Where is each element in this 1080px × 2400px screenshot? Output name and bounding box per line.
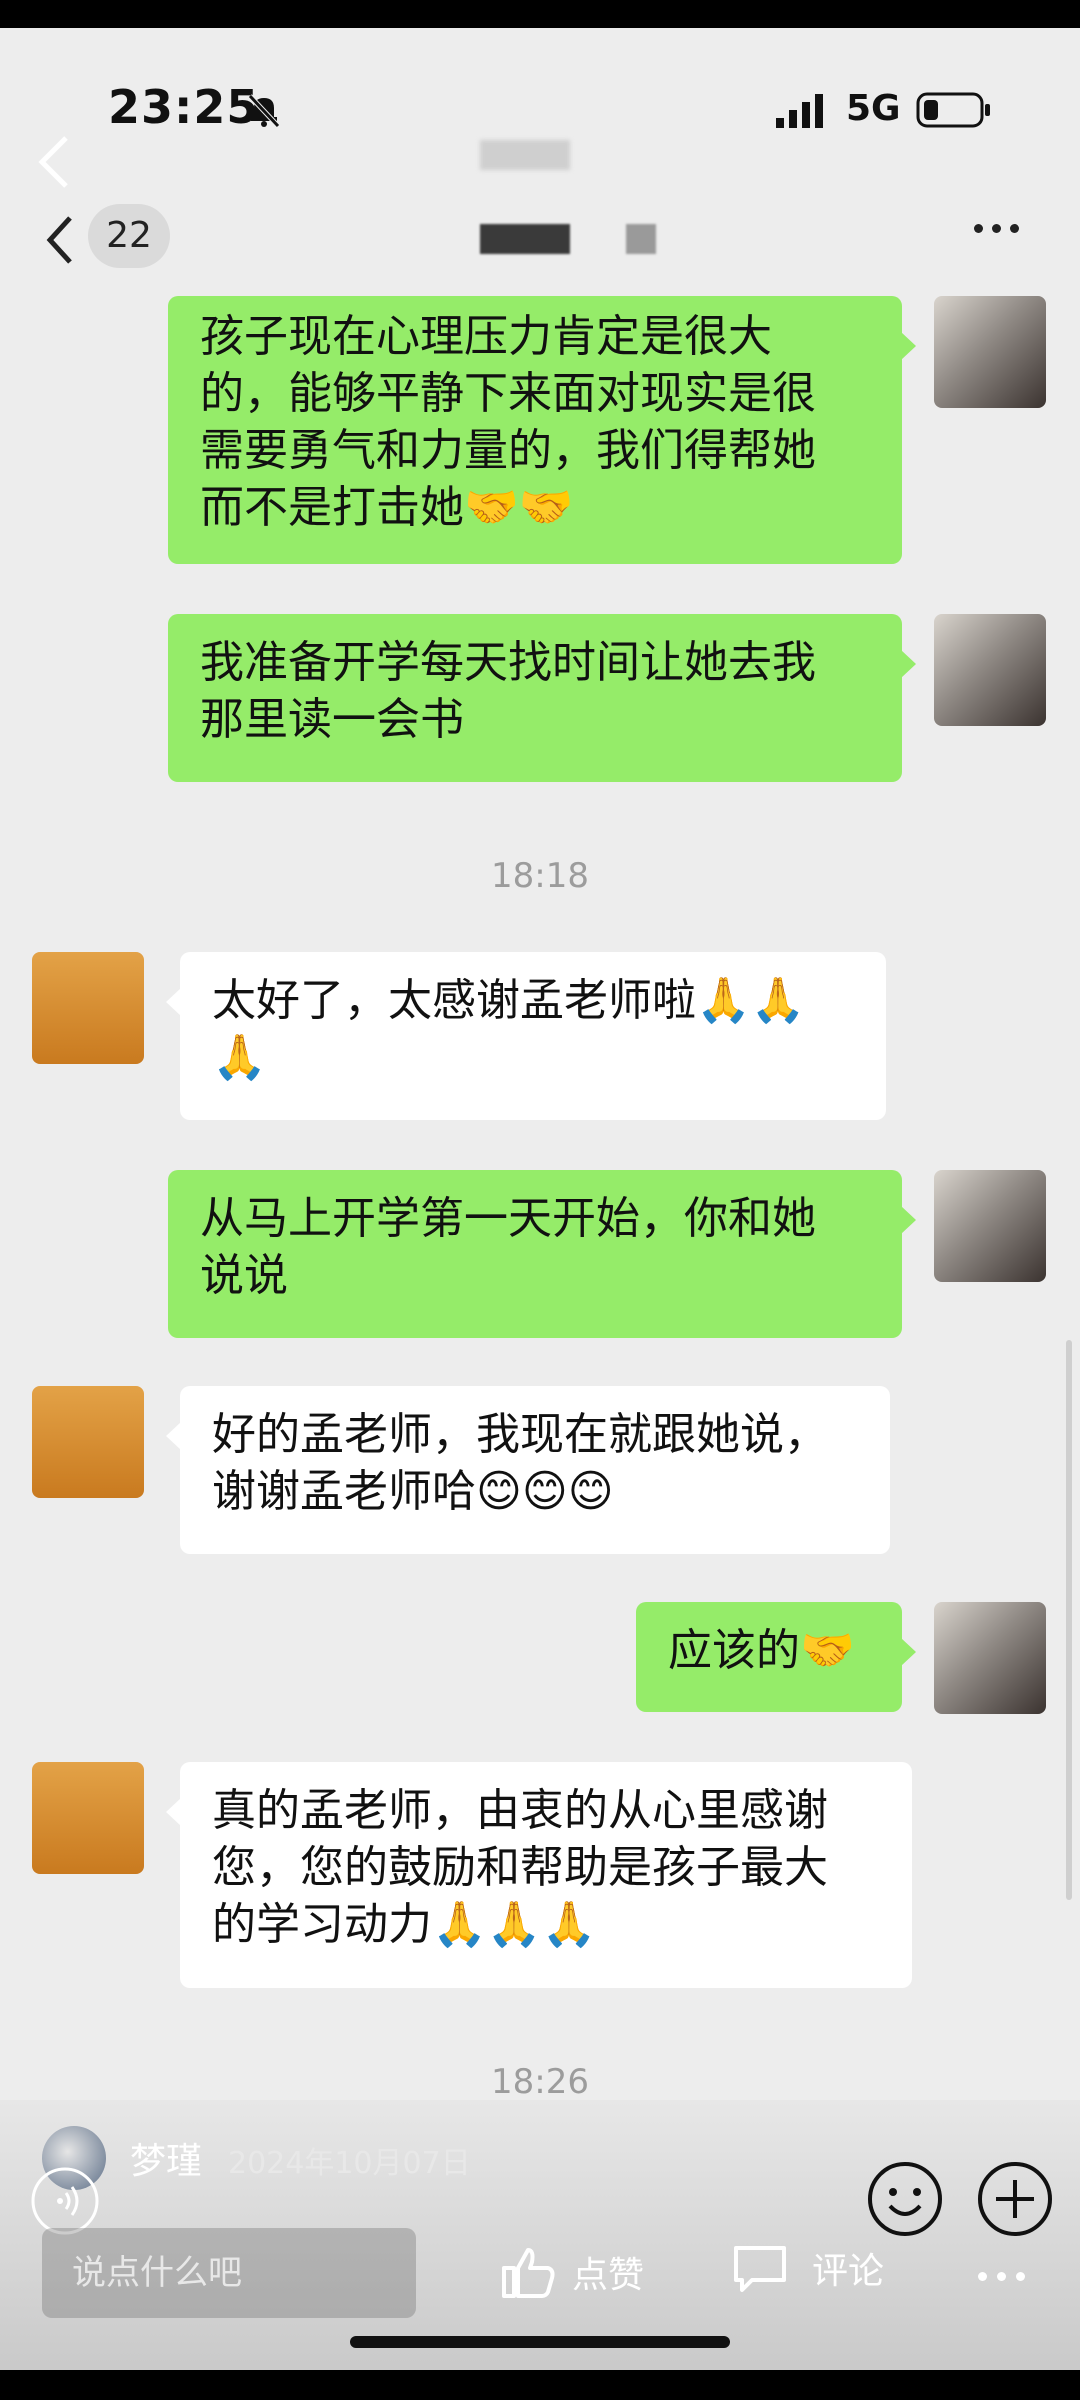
more-options-icon[interactable] xyxy=(978,2266,1035,2285)
message-timestamp: 18:18 xyxy=(491,856,589,896)
comment-icon xyxy=(734,2246,786,2292)
comment-label: 评论 xyxy=(812,2251,885,2292)
post-date: 2024年10月07日 xyxy=(228,2146,471,2181)
thumbs-up-icon xyxy=(502,2248,555,2298)
home-indicator[interactable] xyxy=(350,2336,730,2348)
clock: 23:25 xyxy=(108,80,260,134)
cell-signal-icon xyxy=(776,94,823,128)
network-type: 5G xyxy=(846,88,901,129)
blurred-title xyxy=(480,140,570,170)
blurred-chat-title xyxy=(480,224,570,254)
like-label: 点赞 xyxy=(572,2255,645,2296)
contact-avatar[interactable] xyxy=(32,1386,144,1498)
message-timestamp: 18:26 xyxy=(491,2062,589,2102)
blurred-chat-title-part xyxy=(626,224,656,254)
sound-icon[interactable] xyxy=(30,2166,100,2236)
comment-input[interactable]: 说点什么吧 xyxy=(42,2228,416,2318)
unread-count-badge[interactable]: 22 xyxy=(88,204,170,268)
back-chevron-icon[interactable] xyxy=(40,210,80,270)
my-avatar[interactable] xyxy=(934,614,1046,726)
scrollbar[interactable] xyxy=(1066,1340,1072,1900)
my-avatar[interactable] xyxy=(934,1170,1046,1282)
message-bubble-received: 真的孟老师，由衷的从心里感谢 您，您的鼓励和帮助是孩子最大 的学习动力🙏🙏🙏 xyxy=(166,1762,912,1988)
top-black-band xyxy=(0,0,1080,28)
contact-avatar[interactable] xyxy=(32,1762,144,1874)
contact-avatar[interactable] xyxy=(32,952,144,1064)
back-arrow-icon[interactable] xyxy=(30,132,80,192)
more-options-icon[interactable] xyxy=(974,218,1034,254)
message-bubble-sent: 孩子现在心理压力肯定是很大 的，能够平静下来面对现实是很 需要勇气和力量的，我们… xyxy=(168,296,916,564)
author-name[interactable]: 梦瑾 xyxy=(130,2132,202,2184)
message-bubble-sent: 从马上开学第一天开始，你和她 说说 xyxy=(168,1170,916,1338)
bottom-black-band xyxy=(0,2370,1080,2400)
comment-button[interactable]: 评论 xyxy=(732,2242,884,2294)
mute-bell-icon xyxy=(248,94,280,128)
message-bubble-sent: 我准备开学每天找时间让她去我 那里读一会书 xyxy=(168,614,916,782)
message-bubble-received: 太好了，太感谢孟老师啦🙏🙏 🙏 xyxy=(166,952,886,1120)
message-bubble-sent: 应该的🤝 xyxy=(636,1602,916,1712)
emoji-icon[interactable] xyxy=(866,2160,944,2238)
add-icon[interactable] xyxy=(976,2160,1054,2238)
battery-icon xyxy=(916,92,990,128)
my-avatar[interactable] xyxy=(934,296,1046,408)
my-avatar[interactable] xyxy=(934,1602,1046,1714)
like-button[interactable]: 点赞 xyxy=(498,2242,644,2302)
message-bubble-received: 好的孟老师，我现在就跟她说， 谢谢孟老师哈😊😊😊 xyxy=(166,1386,890,1554)
